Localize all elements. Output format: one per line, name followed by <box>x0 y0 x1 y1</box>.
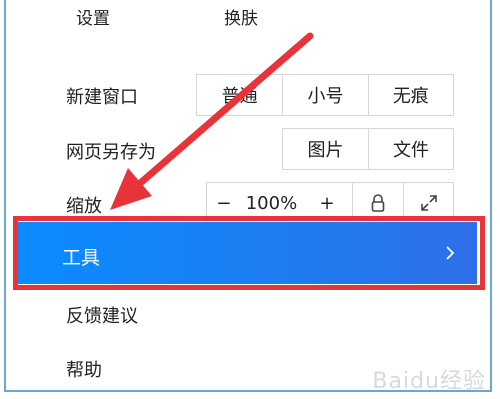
save-as-file-button[interactable]: 文件 <box>368 129 453 169</box>
new-window-options: 普通 小号 无痕 <box>196 74 454 116</box>
skin-menu-item[interactable]: 换肤 <box>224 4 258 29</box>
new-window-label: 新建窗口 <box>66 87 138 108</box>
feedback-menu-item[interactable]: 反馈建议 <box>66 302 138 328</box>
save-as-image-button[interactable]: 图片 <box>283 129 368 169</box>
save-page-options: 图片 文件 <box>282 128 454 170</box>
annotation-highlight-box <box>13 216 485 290</box>
save-page-as-label: 网页另存为 <box>66 142 156 163</box>
expand-icon <box>420 195 437 211</box>
help-menu-item[interactable]: 帮助 <box>66 356 102 382</box>
new-window-normal-button[interactable]: 普通 <box>197 75 282 115</box>
lock-icon <box>371 194 385 212</box>
new-window-incognito-button[interactable]: 无痕 <box>367 75 453 115</box>
watermark-text: Baidu经验 <box>372 369 486 394</box>
settings-menu-item[interactable]: 设置 <box>76 4 110 29</box>
zoom-label: 缩放 <box>66 196 102 217</box>
new-window-small-button[interactable]: 小号 <box>282 75 367 115</box>
browser-menu-panel: 设置 换肤 新建窗口 普通 小号 无痕 网页另存为 图片 文件 缩放 − 100… <box>4 0 492 392</box>
